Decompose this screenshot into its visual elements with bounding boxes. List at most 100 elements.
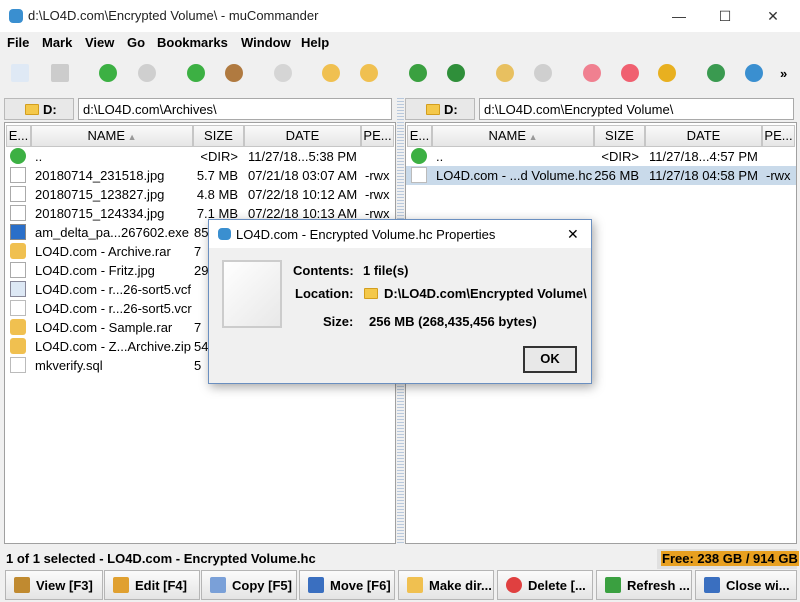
menu-help[interactable]: Help xyxy=(301,35,329,50)
left-path-field[interactable]: d:\LO4D.com\Archives\ xyxy=(78,98,392,120)
cell-name: LO4D.com - Fritz.jpg xyxy=(35,263,155,278)
file-row[interactable]: 20180714_231518.jpg 5.7 MB 07/21/18 03:07 … xyxy=(5,166,395,185)
menu-file[interactable]: File xyxy=(7,35,29,50)
size-label: Size: xyxy=(323,314,354,329)
column-header-size[interactable]: SIZE xyxy=(594,125,645,147)
column-header-perm[interactable]: PE... xyxy=(361,125,394,147)
title-bar: d:\LO4D.com\Encrypted Volume\ - muComman… xyxy=(0,0,800,32)
minimize-button[interactable]: — xyxy=(656,4,702,28)
column-header-date[interactable]: DATE xyxy=(244,125,361,147)
free-space-indicator: Free: 238 GB / 914 GB xyxy=(657,549,799,569)
refresh-icon[interactable] xyxy=(409,64,427,82)
menu-mark[interactable]: Mark xyxy=(42,35,72,50)
menu-go[interactable]: Go xyxy=(127,35,145,50)
cell-size: 5 xyxy=(194,358,202,373)
column-header-name[interactable]: NAME ▲ xyxy=(31,125,193,147)
menu-bookmarks[interactable]: Bookmarks xyxy=(157,35,228,50)
size-value: 256 MB (268,435,456 bytes) xyxy=(369,314,537,329)
column-header-label: E... xyxy=(8,128,29,143)
cell-name: am_delta_pa...267602.exe xyxy=(35,225,189,240)
cell-perm: -rwx xyxy=(365,187,390,202)
app-icon xyxy=(9,9,23,23)
column-header-size[interactable]: SIZE xyxy=(193,125,244,147)
delete-button[interactable]: Delete [... xyxy=(497,570,593,600)
file-file-icon xyxy=(411,167,427,183)
column-header-label: SIZE xyxy=(605,128,634,143)
column-header-ext[interactable]: E... xyxy=(407,125,432,147)
forward-icon[interactable] xyxy=(138,64,156,82)
browser-icon[interactable] xyxy=(745,64,763,82)
cell-name: LO4D.com - ...d Volume.hc xyxy=(436,168,593,183)
mark-icon[interactable] xyxy=(322,64,340,82)
refresh-button[interactable]: Refresh ... xyxy=(596,570,692,600)
home-icon[interactable] xyxy=(225,64,243,82)
new-remote-connection-icon[interactable] xyxy=(51,64,69,82)
cell-name: mkverify.sql xyxy=(35,358,103,373)
credentials-icon[interactable] xyxy=(658,64,676,82)
stop-icon[interactable] xyxy=(274,64,292,82)
sort-asc-icon: ▲ xyxy=(125,132,137,142)
cell-size: 85 xyxy=(194,225,209,240)
close-window-label: Close wi... xyxy=(726,578,790,593)
column-header-label: NAME xyxy=(87,128,126,143)
edit-button[interactable]: Edit [F4] xyxy=(104,570,200,600)
close-button[interactable]: ✕ xyxy=(750,4,796,28)
status-text: 1 of 1 selected - LO4D.com - Encrypted V… xyxy=(6,551,316,566)
column-header-perm[interactable]: PE... xyxy=(762,125,795,147)
back-icon[interactable] xyxy=(99,64,117,82)
parent-folder-icon[interactable] xyxy=(187,64,205,82)
move-button[interactable]: Move [F6] xyxy=(299,570,395,600)
add-bookmark-icon[interactable] xyxy=(583,64,601,82)
menu-window[interactable]: Window xyxy=(241,35,291,50)
view-icon xyxy=(14,577,30,593)
make-dir-label: Make dir... xyxy=(429,578,492,593)
dialog-title: LO4D.com - Encrypted Volume.hc Propertie… xyxy=(236,227,496,242)
app-icon xyxy=(218,228,231,240)
cell-date: 11/27/18...4:57 PM xyxy=(649,149,758,164)
new-window-icon[interactable] xyxy=(11,64,29,82)
column-header-label: PE... xyxy=(764,128,793,143)
drive-label: D: xyxy=(444,102,458,117)
unpack-icon[interactable] xyxy=(534,64,552,82)
left-drive-button[interactable]: D: xyxy=(4,98,74,120)
column-header-name[interactable]: NAME ▲ xyxy=(432,125,594,147)
contents-value: 1 file(s) xyxy=(363,263,409,278)
copy-icon xyxy=(210,577,226,593)
right-drive-button[interactable]: D: xyxy=(405,98,475,120)
cell-size: 256 MB xyxy=(594,168,639,183)
ok-button[interactable]: OK xyxy=(523,346,577,373)
toolbar-more-button[interactable]: » xyxy=(780,66,787,81)
network-icon[interactable] xyxy=(707,64,725,82)
cell-date: 07/22/18 10:12 AM xyxy=(248,187,358,202)
column-header-ext[interactable]: E... xyxy=(6,125,31,147)
column-header-label: E... xyxy=(409,128,430,143)
dialog-title-bar: LO4D.com - Encrypted Volume.hc Propertie… xyxy=(209,220,591,248)
column-header-label: DATE xyxy=(686,128,721,143)
location-value: D:\LO4D.com\Encrypted Volume\ xyxy=(384,286,587,301)
column-header-date[interactable]: DATE xyxy=(645,125,762,147)
column-header-label: NAME xyxy=(488,128,527,143)
cell-name: LO4D.com - Sample.rar xyxy=(35,320,173,335)
maximize-button[interactable]: ☐ xyxy=(702,4,748,28)
cell-date: 07/21/18 03:07 AM xyxy=(248,168,358,183)
file-row[interactable]: 20180715_123827.jpg 4.8 MB 07/22/18 10:12 … xyxy=(5,185,395,204)
pack-icon[interactable] xyxy=(496,64,514,82)
column-header-label: DATE xyxy=(285,128,320,143)
edit-bookmarks-icon[interactable] xyxy=(621,64,639,82)
file-file-icon xyxy=(10,300,26,316)
cell-date: 11/27/18...5:38 PM xyxy=(248,149,357,164)
copy-button[interactable]: Copy [F5] xyxy=(201,570,297,600)
column-header-label: PE... xyxy=(363,128,392,143)
file-row[interactable]: LO4D.com - ...d Volume.hc 256 MB 11/27/18 … xyxy=(406,166,796,185)
dialog-close-button[interactable]: ✕ xyxy=(567,226,579,243)
close-window-button[interactable]: Close wi... xyxy=(695,570,797,600)
make-dir-button[interactable]: Make dir... xyxy=(398,570,494,600)
menu-view[interactable]: View xyxy=(85,35,114,50)
file-row[interactable]: .. <DIR> 11/27/18...5:38 PM xyxy=(5,147,395,166)
image-file-icon xyxy=(10,186,26,202)
view-button[interactable]: View [F3] xyxy=(5,570,103,600)
right-path-field[interactable]: d:\LO4D.com\Encrypted Volume\ xyxy=(479,98,794,120)
file-row[interactable]: .. <DIR> 11/27/18...4:57 PM xyxy=(406,147,796,166)
unmark-icon[interactable] xyxy=(360,64,378,82)
swap-panels-icon[interactable] xyxy=(447,64,465,82)
